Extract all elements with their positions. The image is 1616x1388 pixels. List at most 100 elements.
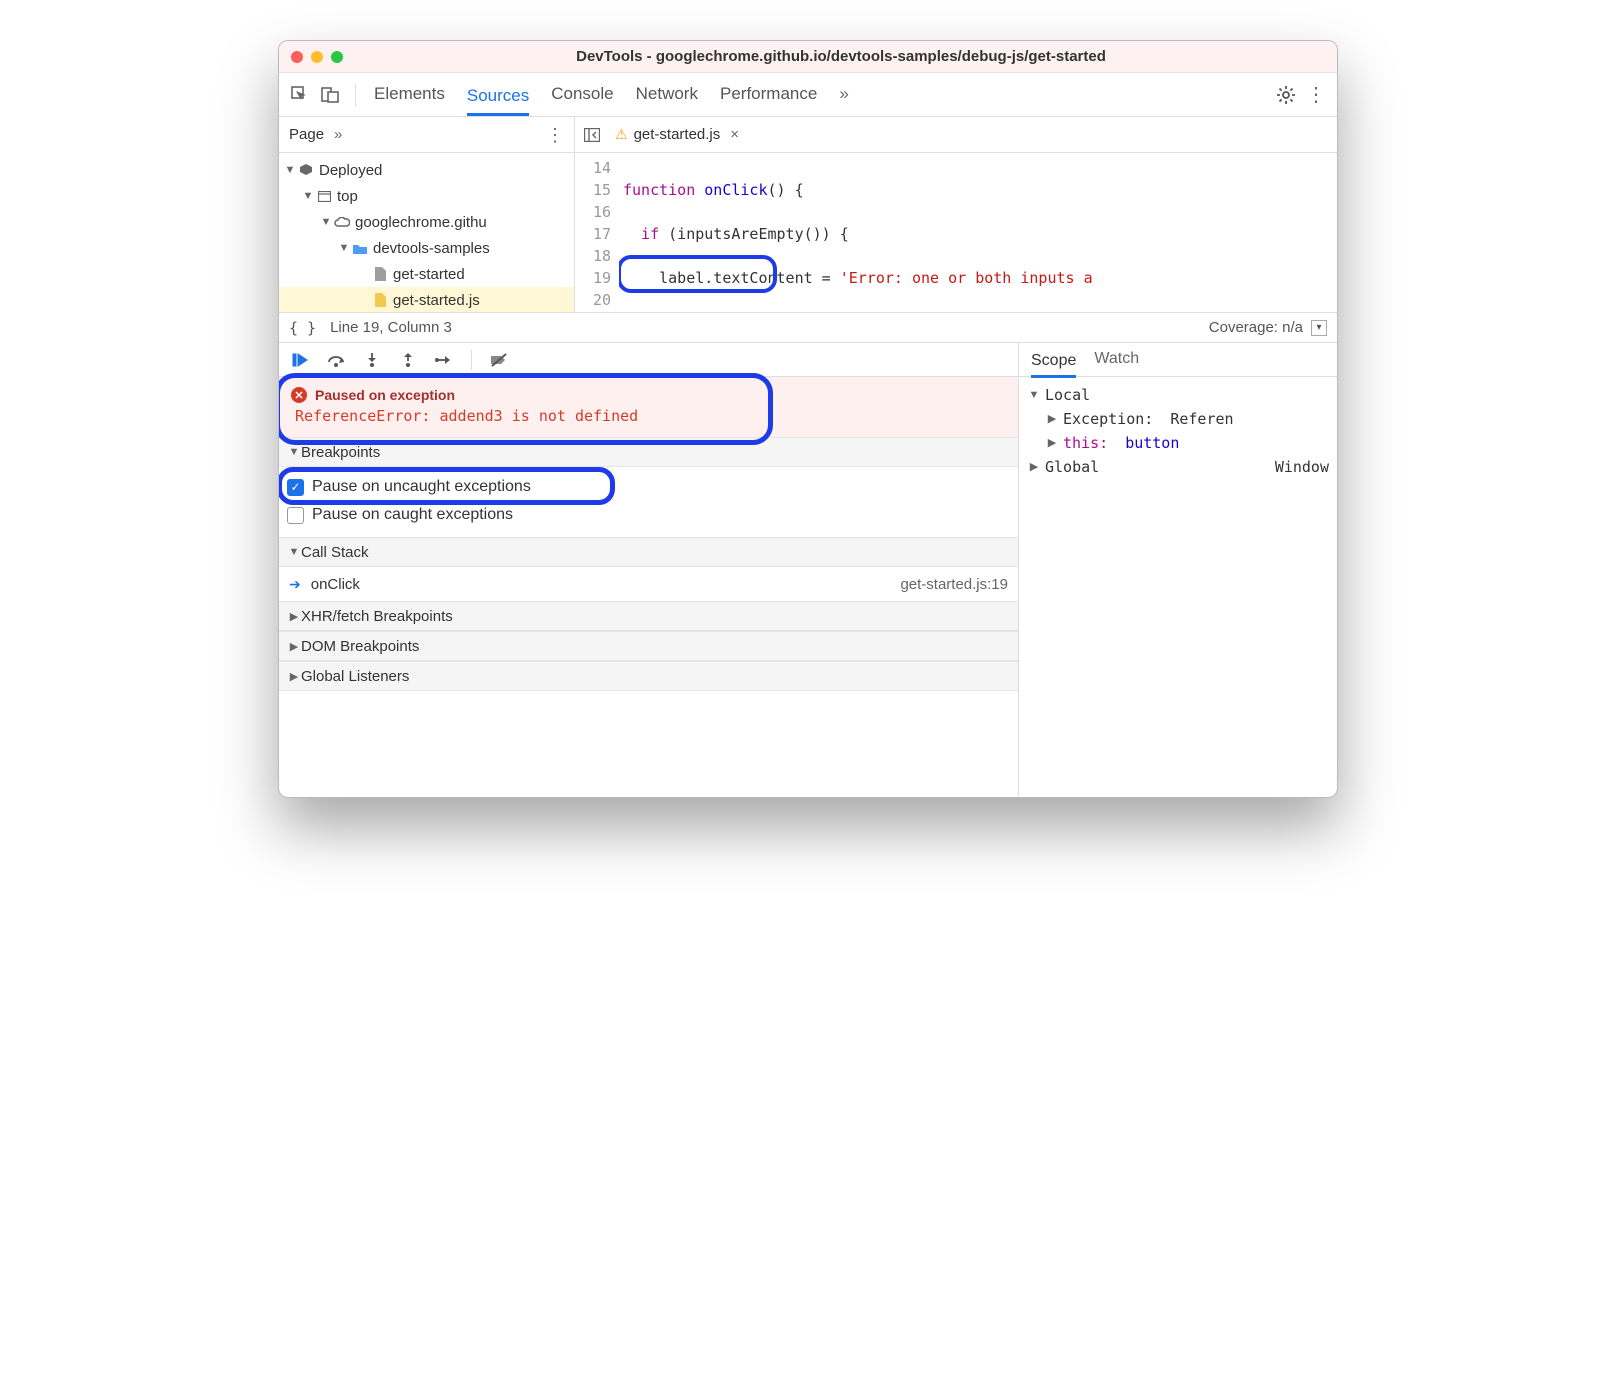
editor-pane: ⚠ get-started.js × 14 15 16 17 18 19 20 … — [575, 117, 1337, 312]
divider — [355, 84, 356, 106]
inspect-icon[interactable] — [287, 82, 313, 108]
disclosure-triangle-icon[interactable]: ▼ — [287, 446, 301, 458]
folder-icon — [351, 243, 369, 254]
step-into-icon[interactable] — [361, 349, 383, 371]
coverage-status: Coverage: n/a ▾ — [1209, 319, 1327, 336]
tab-performance[interactable]: Performance — [720, 76, 817, 114]
callstack-header[interactable]: ▼ Call Stack — [279, 537, 1018, 567]
disclosure-triangle-icon[interactable]: ▶ — [287, 610, 301, 623]
coverage-label: Coverage: n/a — [1209, 319, 1303, 336]
disclosure-triangle-icon[interactable]: ▼ — [337, 242, 351, 254]
tree-label: devtools-samples — [373, 240, 490, 257]
tree-folder[interactable]: ▼ devtools-samples — [279, 235, 574, 261]
step-icon[interactable] — [433, 349, 455, 371]
disclosure-triangle-icon[interactable]: ▼ — [301, 190, 315, 202]
tree-file-js[interactable]: get-started.js — [279, 287, 574, 312]
tree-label: top — [337, 188, 358, 205]
file-tab[interactable]: ⚠ get-started.js × — [607, 126, 747, 143]
main-toolbar: Elements Sources Console Network Perform… — [279, 73, 1337, 117]
disclosure-triangle-icon[interactable]: ▼ — [287, 546, 301, 558]
scope-local[interactable]: ▼Local — [1027, 383, 1329, 407]
global-listeners-header[interactable]: ▶ Global Listeners — [279, 661, 1018, 691]
navigator-sidebar: Page » ⋮ ▼ Deployed ▼ top ▼ goog — [279, 117, 575, 312]
section-label: Global Listeners — [301, 668, 409, 685]
section-label: XHR/fetch Breakpoints — [301, 608, 453, 625]
editor-statusbar: { } Line 19, Column 3 Coverage: n/a ▾ — [279, 313, 1337, 343]
close-tab-icon[interactable]: × — [730, 126, 739, 143]
disclosure-triangle-icon[interactable]: ▼ — [283, 164, 297, 176]
tree-label: googlechrome.githu — [355, 214, 487, 231]
resume-icon[interactable] — [289, 349, 311, 371]
section-label: Breakpoints — [301, 444, 380, 461]
close-window-icon[interactable] — [291, 51, 303, 63]
coverage-dropdown-icon[interactable]: ▾ — [1311, 320, 1327, 336]
deployed-cube-icon — [297, 163, 315, 177]
paused-title: Paused on exception — [315, 387, 455, 403]
minimize-window-icon[interactable] — [311, 51, 323, 63]
scope-this[interactable]: ▶this: button — [1027, 431, 1329, 455]
file-tree: ▼ Deployed ▼ top ▼ googlechrome.githu ▼ — [279, 153, 574, 312]
tree-top[interactable]: ▼ top — [279, 183, 574, 209]
error-icon: ✕ — [291, 387, 307, 403]
checkbox-checked-icon[interactable]: ✓ — [287, 479, 304, 496]
file-icon — [371, 267, 389, 281]
code-editor[interactable]: 14 15 16 17 18 19 20 21 function onClick… — [575, 153, 1337, 312]
panel-tabs: Elements Sources Console Network Perform… — [374, 76, 849, 114]
disclosure-triangle-icon[interactable]: ▶ — [287, 640, 301, 653]
file-tab-label: get-started.js — [634, 126, 721, 143]
titlebar: DevTools - googlechrome.github.io/devtoo… — [279, 41, 1337, 73]
section-label: Call Stack — [301, 544, 369, 561]
tab-network[interactable]: Network — [636, 76, 698, 114]
frame-icon — [315, 191, 333, 202]
code-lines: function onClick() { if (inputsAreEmpty(… — [619, 153, 1337, 312]
tab-elements[interactable]: Elements — [374, 76, 445, 114]
window-title: DevTools - googlechrome.github.io/devtoo… — [357, 48, 1325, 65]
paused-wrapper: ✕ Paused on exception ReferenceError: ad… — [279, 377, 1018, 437]
tree-deployed[interactable]: ▼ Deployed — [279, 157, 574, 183]
section-label: DOM Breakpoints — [301, 638, 419, 655]
tab-console[interactable]: Console — [551, 76, 613, 114]
debugger-pane: ✕ Paused on exception ReferenceError: ad… — [279, 343, 1337, 797]
tab-scope[interactable]: Scope — [1031, 346, 1076, 378]
divider — [471, 350, 472, 370]
tree-file-html[interactable]: get-started — [279, 261, 574, 287]
current-frame-icon: ➔ — [289, 576, 301, 593]
debugger-toolbar — [279, 343, 1018, 377]
tabs-overflow-icon[interactable]: » — [839, 76, 848, 114]
navigator-head: Page » ⋮ — [279, 117, 574, 153]
callstack-frame[interactable]: ➔ onClick get-started.js:19 — [279, 567, 1018, 601]
warning-icon: ⚠ — [615, 126, 628, 143]
scope-body: ▼Local ▶Exception: Referen ▶this: button… — [1019, 377, 1337, 485]
tree-label: Deployed — [319, 162, 382, 179]
checkbox-unchecked-icon[interactable] — [287, 507, 304, 524]
pause-caught-row[interactable]: Pause on caught exceptions — [287, 501, 1010, 529]
deactivate-breakpoints-icon[interactable] — [488, 349, 510, 371]
disclosure-triangle-icon[interactable]: ▼ — [319, 216, 333, 228]
settings-gear-icon[interactable] — [1273, 82, 1299, 108]
xhr-breakpoints-header[interactable]: ▶ XHR/fetch Breakpoints — [279, 601, 1018, 631]
dom-breakpoints-header[interactable]: ▶ DOM Breakpoints — [279, 631, 1018, 661]
more-menu-icon[interactable]: ⋮ — [1303, 82, 1329, 108]
step-out-icon[interactable] — [397, 349, 419, 371]
scope-global[interactable]: ▶GlobalWindow — [1027, 455, 1329, 479]
editor-head: ⚠ get-started.js × — [575, 117, 1337, 153]
scope-tabs: Scope Watch — [1019, 343, 1337, 377]
tab-sources[interactable]: Sources — [467, 78, 529, 116]
frame-location: get-started.js:19 — [900, 576, 1008, 593]
tab-watch[interactable]: Watch — [1094, 344, 1139, 375]
navigator-overflow-icon[interactable]: » — [334, 126, 342, 143]
toggle-navigator-icon[interactable] — [581, 124, 603, 146]
step-over-icon[interactable] — [325, 349, 347, 371]
breakpoints-header[interactable]: ▼ Breakpoints — [279, 437, 1018, 467]
zoom-window-icon[interactable] — [331, 51, 343, 63]
debugger-left: ✕ Paused on exception ReferenceError: ad… — [279, 343, 1019, 797]
scope-exception[interactable]: ▶Exception: Referen — [1027, 407, 1329, 431]
disclosure-triangle-icon[interactable]: ▶ — [287, 670, 301, 683]
pause-uncaught-row[interactable]: ✓ Pause on uncaught exceptions — [287, 473, 1010, 501]
page-tab[interactable]: Page — [289, 126, 324, 143]
js-file-icon — [371, 293, 389, 307]
device-toggle-icon[interactable] — [317, 82, 343, 108]
pretty-print-icon[interactable]: { } — [289, 319, 316, 337]
tree-origin[interactable]: ▼ googlechrome.githu — [279, 209, 574, 235]
paused-banner: ✕ Paused on exception ReferenceError: ad… — [279, 377, 1018, 437]
